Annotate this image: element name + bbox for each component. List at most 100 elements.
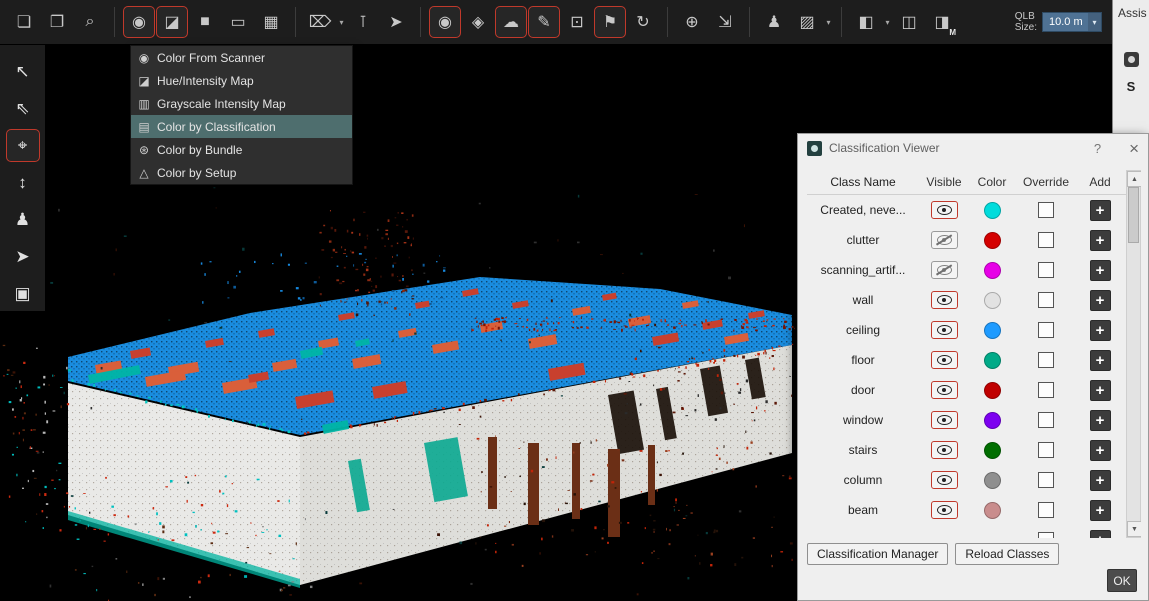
close-icon[interactable]: × (1129, 140, 1139, 157)
qlb-size-dropdown[interactable]: 10.0 m ▾ (1042, 12, 1102, 32)
table-scrollbar[interactable]: ▲ ▼ (1126, 170, 1141, 538)
class-name-cell[interactable]: floor (807, 353, 919, 367)
cube-view-button-caret[interactable]: ▾ (883, 18, 892, 27)
orbit-tool[interactable]: ⌖ (6, 129, 40, 162)
menu-item-hue-intensity-map[interactable]: ◪Hue/Intensity Map (131, 69, 352, 92)
annotate-pen-button[interactable]: ✎ (528, 6, 560, 38)
override-checkbox[interactable] (1038, 472, 1054, 488)
color-from-scanner-button[interactable]: ◉ (123, 6, 155, 38)
add-class-button[interactable]: + (1090, 320, 1111, 341)
solid-color-button[interactable]: ■ (189, 6, 221, 38)
drop-transform-button[interactable]: ⇲ (709, 6, 741, 38)
visibility-toggle[interactable] (931, 501, 958, 519)
class-name-cell[interactable]: door (807, 383, 919, 397)
eraser-tool-button[interactable]: ⌦ (304, 6, 336, 38)
eraser-tool-button-caret[interactable]: ▾ (337, 18, 346, 27)
point-cloud-viewport[interactable] (0, 45, 797, 601)
class-color-swatch[interactable] (984, 382, 1001, 399)
class-color-swatch[interactable] (984, 232, 1001, 249)
add-class-button[interactable]: + (1090, 470, 1111, 491)
class-color-swatch[interactable] (984, 262, 1001, 279)
visibility-toggle[interactable] (931, 471, 958, 489)
class-name-cell[interactable]: column (807, 473, 919, 487)
class-color-swatch[interactable] (984, 442, 1001, 459)
override-checkbox[interactable] (1038, 262, 1054, 278)
class-color-swatch[interactable] (984, 292, 1001, 309)
thermometer-tool-button[interactable]: ⊺ (347, 6, 379, 38)
scrollbar-thumb[interactable] (1128, 187, 1139, 243)
pointer-tool-button[interactable]: ➤ (380, 6, 412, 38)
camera-button[interactable]: ⊡ (561, 6, 593, 38)
visibility-toggle[interactable] (931, 201, 958, 219)
scroll-down-icon[interactable]: ▼ (1127, 521, 1141, 537)
ok-button[interactable]: OK (1107, 569, 1137, 592)
override-checkbox[interactable] (1038, 442, 1054, 458)
visibility-toggle[interactable] (931, 261, 958, 279)
assistant-icon[interactable] (1124, 52, 1139, 67)
class-color-swatch[interactable] (984, 202, 1001, 219)
override-checkbox[interactable] (1038, 502, 1054, 518)
add-class-button[interactable]: + (1090, 260, 1111, 281)
menu-item-grayscale-intensity-map[interactable]: ▥Grayscale Intensity Map (131, 92, 352, 115)
zoom-region-icon[interactable]: ⌕ (74, 6, 106, 38)
hatch-pattern-button-caret[interactable]: ▾ (824, 18, 833, 27)
class-name-cell[interactable]: ceiling (807, 323, 919, 337)
override-checkbox[interactable] (1038, 352, 1054, 368)
class-name-cell[interactable]: scanning_artif... (807, 263, 919, 277)
orbit-refresh-button[interactable]: ↻ (627, 6, 659, 38)
class-color-swatch[interactable] (984, 322, 1001, 339)
add-class-button[interactable]: + (1090, 410, 1111, 431)
location-pin-button[interactable]: ⚑ (594, 6, 626, 38)
new-window-icon[interactable]: ❏ (8, 6, 40, 38)
override-checkbox[interactable] (1038, 292, 1054, 308)
cube-wireframe-button[interactable]: ◫ (893, 6, 925, 38)
walk-mode-tool[interactable]: ♟ (6, 204, 40, 237)
fly-mode-tool[interactable]: ➤ (6, 241, 40, 274)
image-view-button[interactable]: ▦ (255, 6, 287, 38)
qlb-caret-icon[interactable]: ▾ (1088, 13, 1101, 31)
class-color-swatch[interactable] (984, 412, 1001, 429)
add-class-button[interactable]: + (1090, 290, 1111, 311)
color-by-classification-button[interactable]: ◪ (156, 6, 188, 38)
visibility-toggle[interactable] (931, 321, 958, 339)
visibility-toggle[interactable] (931, 411, 958, 429)
menu-item-color-by-classification[interactable]: ▤Color by Classification (131, 115, 352, 138)
hatch-pattern-button[interactable]: ▨ (791, 6, 823, 38)
panorama-view-button[interactable]: ▭ (222, 6, 254, 38)
add-class-button[interactable]: + (1090, 350, 1111, 371)
add-class-button[interactable]: + (1090, 380, 1111, 401)
visibility-toggle[interactable] (931, 381, 958, 399)
menu-item-color-by-setup[interactable]: △Color by Setup (131, 161, 352, 184)
class-name-cell[interactable]: wall (807, 293, 919, 307)
select-cursor-tool[interactable]: ↖ (6, 55, 40, 88)
panorama-box-tool[interactable]: ▣ (6, 278, 40, 311)
select-points-tool[interactable]: ⇖ (6, 92, 40, 125)
cloud-button[interactable]: ☁ (495, 6, 527, 38)
reload-classes-button[interactable]: Reload Classes (955, 543, 1059, 565)
scroll-up-icon[interactable]: ▲ (1127, 171, 1141, 187)
cube-view-button[interactable]: ◧ (850, 6, 882, 38)
classification-manager-button[interactable]: Classification Manager (807, 543, 948, 565)
class-name-cell[interactable]: stairs (807, 443, 919, 457)
class-color-swatch[interactable] (984, 472, 1001, 489)
visibility-toggle[interactable] (931, 351, 958, 369)
override-checkbox[interactable] (1038, 202, 1054, 218)
visibility-toggle[interactable] (931, 231, 958, 249)
visibility-toggle[interactable] (931, 291, 958, 309)
override-checkbox[interactable] (1038, 382, 1054, 398)
visibility-toggle[interactable] (931, 441, 958, 459)
duplicate-window-icon[interactable]: ❐ (41, 6, 73, 38)
help-button[interactable]: ? (1094, 141, 1101, 156)
move-axes-button[interactable]: ⊕ (676, 6, 708, 38)
class-color-swatch[interactable] (984, 502, 1001, 519)
override-checkbox[interactable] (1038, 232, 1054, 248)
add-class-button[interactable]: + (1090, 530, 1111, 539)
override-checkbox[interactable] (1038, 412, 1054, 428)
scan-station-button[interactable]: ♟ (758, 6, 790, 38)
tag-button[interactable]: ◈ (462, 6, 494, 38)
class-color-swatch[interactable] (984, 352, 1001, 369)
cube-model-button[interactable]: ◨M (926, 6, 958, 38)
panel-header[interactable]: Classification Viewer ? × (798, 134, 1148, 162)
override-checkbox[interactable] (1038, 322, 1054, 338)
class-name-cell[interactable]: beam (807, 503, 919, 517)
